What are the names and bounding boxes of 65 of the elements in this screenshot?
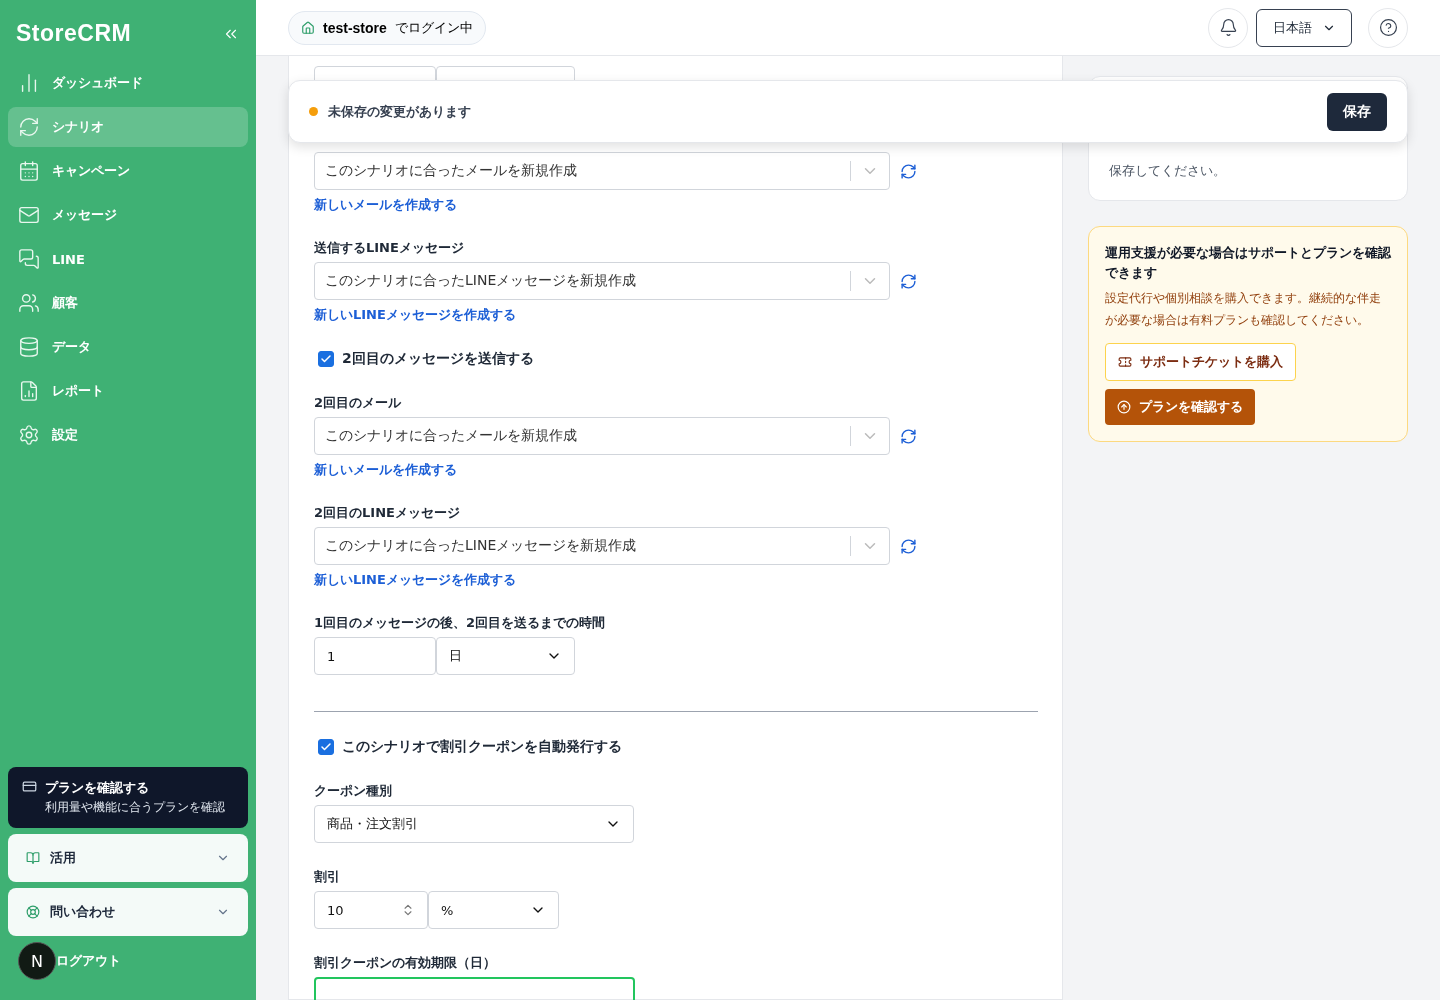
- ticket-button[interactable]: サポートチケットを購入: [1105, 343, 1296, 381]
- field-label: 1回目のメッセージの後、2回目を送るまでの時間: [314, 614, 607, 632]
- refresh-icon[interactable]: [900, 537, 917, 555]
- settings-icon: [18, 424, 40, 446]
- coupon-type-select[interactable]: 商品・注文割引: [314, 805, 634, 843]
- check-icon: [320, 741, 332, 753]
- login-chip: test-store でログイン中: [288, 10, 486, 45]
- book-icon: [26, 851, 40, 865]
- logo: StoreCRM: [16, 20, 132, 47]
- language-select[interactable]: 日本語: [1256, 8, 1352, 47]
- lifebuoy-icon: [26, 905, 40, 919]
- check-icon: [320, 353, 332, 365]
- ticket-icon: [1118, 355, 1132, 369]
- discount-input[interactable]: 10: [314, 891, 428, 929]
- help-button[interactable]: [1368, 7, 1408, 48]
- refresh-icon[interactable]: [900, 427, 917, 445]
- info-text: 保存してください。: [1109, 162, 1226, 180]
- plan-subtitle: 利用量や機能に合うプランを確認: [45, 799, 225, 816]
- number-input[interactable]: 1: [314, 637, 436, 675]
- database-icon: [18, 336, 40, 358]
- support-text: 設定代行や個別相談を購入できます。継続的な伴走が必要な場合は有料プランも確認してください。: [1105, 290, 1382, 329]
- plan-card[interactable]: プランを確認する 利用量や機能に合うプランを確認: [8, 767, 248, 828]
- home-icon: [301, 20, 315, 35]
- help-icon: [1378, 18, 1398, 37]
- refresh-icon[interactable]: [900, 162, 917, 180]
- create-link[interactable]: 新しいLINEメッセージを作成する: [314, 306, 516, 324]
- save-button[interactable]: 保存: [1327, 92, 1387, 131]
- checkbox[interactable]: [318, 351, 334, 367]
- create-link[interactable]: 新しいメールを作成する: [314, 196, 457, 214]
- plan-button[interactable]: プランを確認する: [1105, 389, 1255, 425]
- unsaved-message: 未保存の変更があります: [328, 102, 472, 121]
- section-toggle[interactable]: 問い合わせ: [8, 888, 248, 936]
- field-label: 送信するLINEメッセージ: [314, 239, 465, 257]
- field-label: 2回目のメール: [314, 394, 403, 412]
- field-label: 割引クーポンの有効期限（日）: [314, 954, 497, 972]
- refresh-icon[interactable]: [900, 272, 917, 290]
- checkbox-label: 2回目のメッセージを送信する: [342, 350, 534, 368]
- avatar[interactable]: N: [18, 942, 56, 980]
- users-icon: [18, 292, 40, 314]
- report-icon: [18, 380, 40, 402]
- create-link[interactable]: 新しいLINEメッセージを作成する: [314, 571, 516, 589]
- bell-icon: [1218, 18, 1238, 37]
- plan-title: プランを確認する: [45, 779, 150, 797]
- message-select[interactable]: このシナリオに合ったLINEメッセージを新規作成: [314, 262, 890, 300]
- field-label: クーポン種別: [314, 782, 393, 800]
- calendar-icon: [18, 160, 40, 182]
- notification-button[interactable]: [1208, 7, 1248, 48]
- mail-icon: [18, 204, 40, 226]
- unit-select[interactable]: 日: [436, 637, 575, 675]
- status-dot: [309, 107, 318, 116]
- support-title: 運用支援が必要な場合はサポートとプランを確認できます: [1105, 244, 1391, 282]
- checkbox-label: このシナリオで割引クーポンを自動発行する: [342, 738, 622, 756]
- chat-icon: [18, 248, 40, 270]
- message-select[interactable]: このシナリオに合ったメールを新規作成: [314, 152, 890, 190]
- create-link[interactable]: 新しいメールを作成する: [314, 461, 457, 479]
- unit-select[interactable]: %: [428, 891, 559, 929]
- arrow-up-circle-icon: [1117, 400, 1131, 414]
- message-select[interactable]: このシナリオに合ったLINEメッセージを新規作成: [314, 527, 890, 565]
- message-select[interactable]: このシナリオに合ったメールを新規作成: [314, 417, 890, 455]
- refresh-icon: [18, 116, 40, 138]
- checkbox[interactable]: [318, 739, 334, 755]
- credit-card-icon: [22, 779, 37, 794]
- field-label: 割引: [314, 868, 341, 886]
- section-toggle[interactable]: 活用: [8, 834, 248, 882]
- field-label: 2回目のLINEメッセージ: [314, 504, 461, 522]
